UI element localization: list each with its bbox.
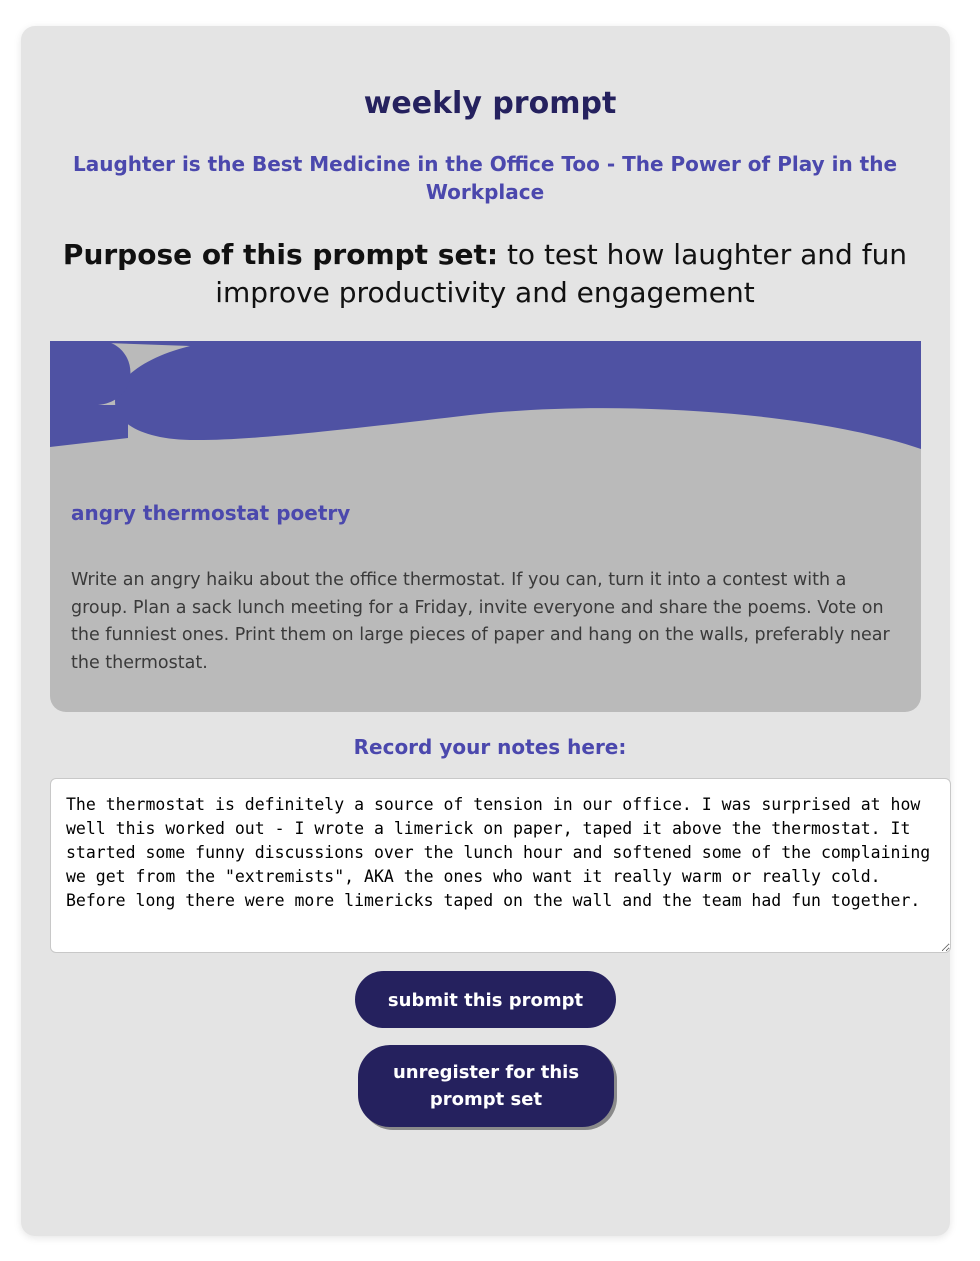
prompt-heading: angry thermostat poetry xyxy=(71,501,351,525)
purpose-statement: Purpose of this prompt set: to test how … xyxy=(60,236,910,312)
prompt-description: Write an angry haiku about the office th… xyxy=(71,570,890,673)
prompt-card: angry thermostat poetry Write an angry h… xyxy=(50,341,921,712)
page-title: weekly prompt xyxy=(363,86,617,121)
submit-prompt-button[interactable]: submit this prompt xyxy=(355,971,616,1028)
notes-label: Record your notes here: xyxy=(353,735,627,759)
unregister-button[interactable]: unregister for this prompt set xyxy=(358,1045,614,1127)
prompt-set-subtitle: Laughter is the Best Medicine in the Off… xyxy=(72,152,898,204)
decorative-wave-banner xyxy=(50,341,921,449)
notes-textarea[interactable]: The thermostat is definitely a source of… xyxy=(50,778,951,953)
purpose-label: Purpose of this prompt set: xyxy=(62,238,499,271)
